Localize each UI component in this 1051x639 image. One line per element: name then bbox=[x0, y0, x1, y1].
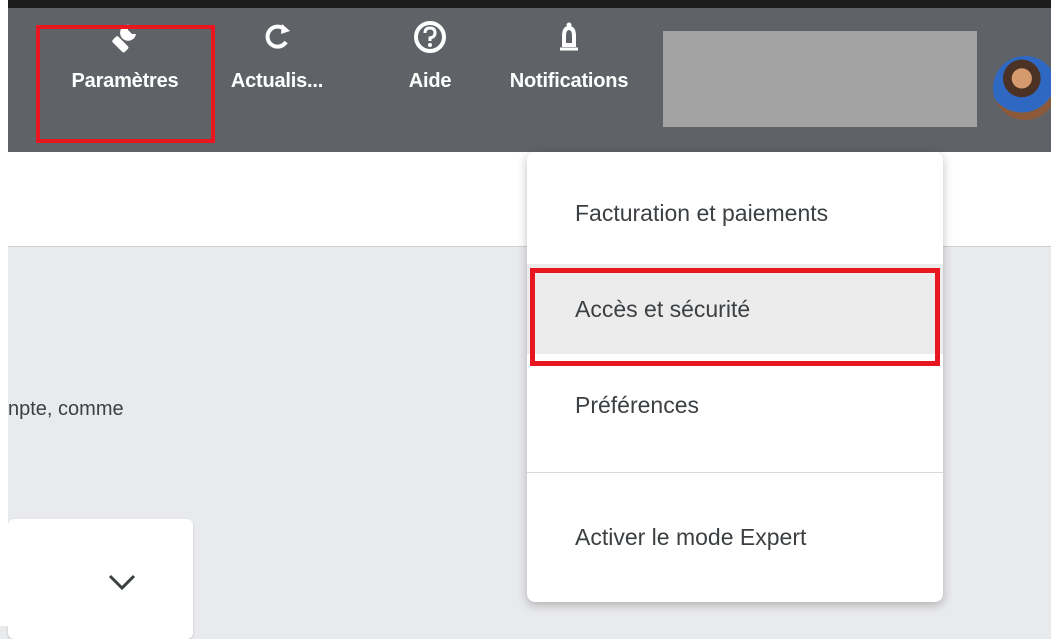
menu-item-preferences[interactable]: Préférences bbox=[527, 360, 943, 450]
menu-item-expert-mode[interactable]: Activer le mode Expert bbox=[527, 492, 943, 582]
top-toolbar: Paramètres Actualis... Aide Notification… bbox=[0, 0, 1051, 152]
settings-highlight-box bbox=[36, 25, 215, 143]
top-dark-strip bbox=[0, 0, 1051, 8]
notifications-button[interactable]: Notifications bbox=[494, 20, 644, 130]
avatar[interactable] bbox=[993, 56, 1051, 120]
menu-item-billing[interactable]: Facturation et paiements bbox=[527, 168, 943, 258]
notifications-label: Notifications bbox=[509, 70, 629, 92]
help-label: Aide bbox=[408, 70, 452, 92]
bell-icon bbox=[552, 20, 586, 54]
settings-dropdown-menu: Facturation et paiements Accès et sécuri… bbox=[527, 152, 943, 602]
refresh-label: Actualis... bbox=[230, 70, 324, 92]
left-edge bbox=[0, 0, 8, 626]
refresh-button[interactable]: Actualis... bbox=[230, 20, 324, 130]
help-button[interactable]: Aide bbox=[400, 20, 460, 130]
refresh-icon bbox=[260, 20, 294, 54]
chevron-down-icon[interactable] bbox=[108, 573, 136, 591]
collapsed-card[interactable] bbox=[8, 519, 193, 639]
account-info-block[interactable] bbox=[663, 31, 977, 127]
security-highlight-box bbox=[530, 268, 940, 366]
menu-divider bbox=[527, 472, 943, 473]
partial-description-text: npte, comme bbox=[8, 398, 124, 420]
help-icon bbox=[413, 20, 447, 54]
